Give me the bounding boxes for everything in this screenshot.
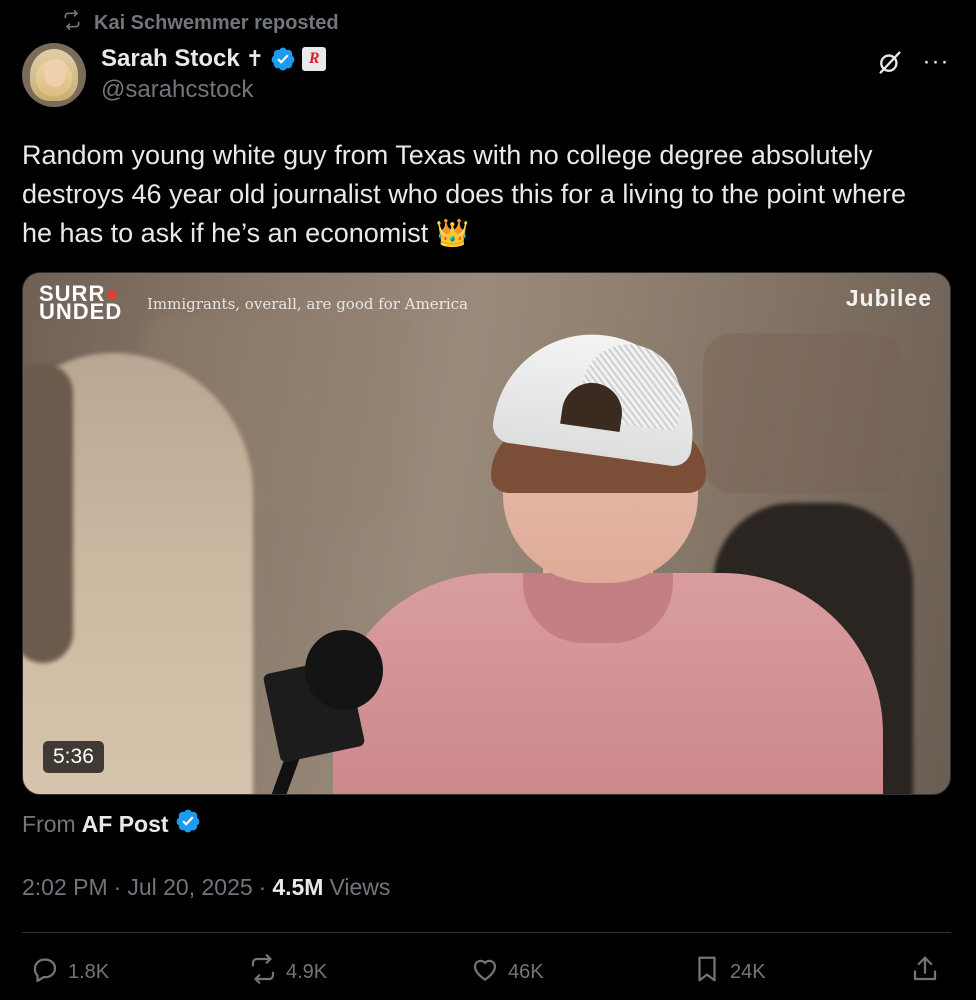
tweet-time[interactable]: 2:02 PM (22, 874, 108, 901)
repost-count: 4.9K (286, 960, 328, 983)
video-duration: 5:36 (43, 741, 104, 773)
bookmark-count: 24K (730, 960, 766, 983)
display-name[interactable]: Sarah Stock (101, 45, 240, 73)
grok-icon[interactable] (874, 46, 906, 78)
like-count: 46K (508, 960, 544, 983)
action-bar: 1.8K 4.9K 46K 24K (22, 952, 951, 992)
repost-text: Kai Schwemmer reposted (94, 11, 339, 34)
repost-icon (62, 10, 82, 36)
microphone-icon (305, 630, 383, 710)
avatar[interactable] (22, 43, 86, 107)
avatar-face (44, 59, 66, 87)
meta-separator: · (258, 873, 267, 900)
brand-badge-icon: R (302, 47, 327, 71)
author-name-row[interactable]: Sarah Stock ✝ R (101, 42, 327, 76)
author-handle[interactable]: @sarahcstock (101, 76, 253, 104)
reply-count: 1.8K (68, 960, 110, 983)
views-label: Views (329, 873, 391, 900)
bookmark-button[interactable]: 24K (692, 952, 766, 992)
share-icon (910, 954, 940, 990)
video-caption: Immigrants, overall, are good for Americ… (147, 295, 468, 313)
video-brand-logo: SURR● UNDED (39, 281, 123, 324)
reply-button[interactable]: 1.8K (30, 952, 109, 992)
views-count: 4.5M (272, 873, 324, 900)
reply-icon (30, 954, 60, 990)
like-button[interactable]: 46K (470, 952, 544, 992)
more-options-icon[interactable]: ··· (920, 46, 952, 78)
share-button[interactable] (910, 952, 940, 992)
repost-indicator[interactable]: Kai Schwemmer reposted (62, 10, 339, 36)
tweet-date[interactable]: Jul 20, 2025 (127, 874, 252, 901)
bookmark-icon (692, 954, 722, 990)
video-player[interactable]: SURR● UNDED Immigrants, overall, are goo… (22, 272, 951, 795)
verified-badge-icon (175, 808, 201, 840)
heart-icon (470, 954, 500, 990)
source-label: From (22, 810, 76, 837)
video-watermark: Jubilee (845, 285, 932, 311)
repost-button[interactable]: 4.9K (248, 952, 327, 992)
background-wall-right (703, 333, 903, 493)
tweet-meta: 2:02 PM · Jul 20, 2025 · 4.5M Views (22, 872, 390, 902)
tweet-text: Random young white guy from Texas with n… (22, 140, 906, 248)
source-attribution[interactable]: From AF Post (22, 808, 201, 840)
divider (22, 932, 951, 933)
cross-icon: ✝ (245, 46, 265, 71)
repost-icon (248, 954, 278, 990)
verified-badge-icon[interactable] (270, 46, 296, 72)
source-name[interactable]: AF Post (82, 811, 169, 838)
interviewer-hair (23, 363, 73, 663)
meta-separator: · (113, 873, 122, 900)
